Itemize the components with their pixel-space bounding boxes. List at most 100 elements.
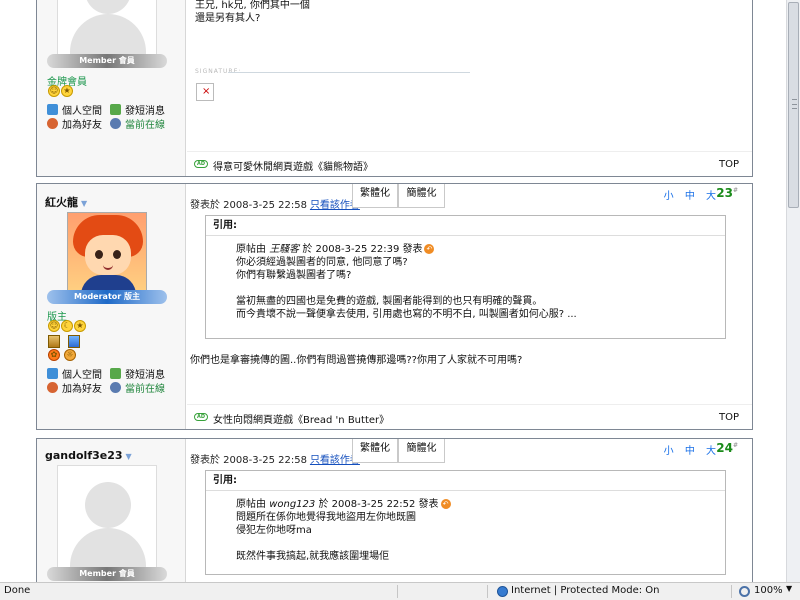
browser-status-bar: Done Internet | Protected Mode: On 100% … xyxy=(0,582,800,600)
gold-medal-icon xyxy=(48,335,60,348)
post-meta: 發表於 2008-3-25 22:58 只看該作者 xyxy=(190,451,360,466)
avatar-eye-left xyxy=(95,250,103,259)
avatar-head-icon xyxy=(85,0,131,14)
zoom-icon xyxy=(739,586,750,597)
moon-icon: ☾ xyxy=(61,320,73,332)
jump-to-post-icon[interactable]: ↶ xyxy=(440,499,451,509)
award-icons: ✿ ☼ xyxy=(48,349,76,361)
avatar-body-icon xyxy=(70,528,146,568)
jump-to-post-icon[interactable]: ↶ xyxy=(424,244,435,254)
send-message-link[interactable]: 發短消息 xyxy=(110,366,173,381)
username-link[interactable]: gandolf3e23 ▼ xyxy=(45,449,132,462)
quote-attribution: 原帖由 王騷客 於 2008-3-25 22:39 發表 ↶ xyxy=(236,243,725,256)
home-icon xyxy=(47,103,58,115)
message-icon xyxy=(110,103,121,115)
post-content: 發表於 2008-3-25 22:58 只看該作者 繁體化 簡體化 小 中 大 2… xyxy=(187,439,752,582)
quote-block: 引用: 原帖由 wong123 於 2008-3-25 22:52 發表 ↶ 問題… xyxy=(205,470,726,575)
scrollbar-grip-icon xyxy=(792,99,797,109)
default-avatar xyxy=(57,465,157,569)
top-link[interactable]: TOP xyxy=(719,412,739,423)
security-zone[interactable]: Internet | Protected Mode: On xyxy=(511,585,659,596)
sun-award-icon: ☼ xyxy=(64,349,76,361)
scrollbar-thumb[interactable] xyxy=(788,2,799,208)
author-actions: 個人空間 發短消息 加為好友 當前在線 xyxy=(47,102,177,131)
chevron-down-icon: ▼ xyxy=(81,199,88,208)
zoom-dropdown-icon[interactable]: ▼ xyxy=(786,584,792,593)
star-icon: ★ xyxy=(61,85,73,97)
avatar-head-icon xyxy=(85,482,131,528)
post-number: 23# xyxy=(716,186,738,200)
quote-content: 原帖由 wong123 於 2008-3-25 22:52 發表 ↶ 問題所在係你… xyxy=(206,491,725,563)
ad-icon: AD xyxy=(194,413,208,421)
post-message: 王兄, hk兄, 你們其中一個 還是另有其人? xyxy=(195,0,310,24)
username-link[interactable]: 紅火龍 ▼ xyxy=(45,194,87,210)
status-divider xyxy=(397,585,398,598)
online-status: 當前在線 xyxy=(110,116,173,131)
vertical-scrollbar[interactable] xyxy=(786,0,800,582)
blue-medal-icon xyxy=(68,335,80,348)
smile-icon: ☺ xyxy=(48,85,60,97)
add-friend-link[interactable]: 加為好友 xyxy=(47,380,110,395)
quote-content: 原帖由 王騷客 於 2008-3-25 22:39 發表 ↶ 你必須經過製圖者的同… xyxy=(206,236,725,321)
avatar-body-icon xyxy=(70,14,146,54)
forum-post-23: 紅火龍 ▼ Moderator 版主 版主 ☺ ☾ ★ ✿ ☼ 個人空間 發短消… xyxy=(36,183,753,430)
post-author-sidebar: 紅火龍 ▼ Moderator 版主 版主 ☺ ☾ ★ ✿ ☼ 個人空間 發短消… xyxy=(37,184,186,429)
add-friend-link[interactable]: 加為好友 xyxy=(47,116,110,131)
medal-icons xyxy=(48,335,80,348)
status-divider xyxy=(487,585,488,598)
simplified-chinese-button[interactable]: 簡體化 xyxy=(398,184,445,208)
quote-block: 引用: 原帖由 王騷客 於 2008-3-25 22:39 發表 ↶ 你必須經過製… xyxy=(205,215,726,339)
font-size-controls[interactable]: 小 中 大 xyxy=(664,187,720,202)
traditional-chinese-button[interactable]: 繁體化 xyxy=(352,439,398,463)
member-rank-badge: Member 會員 xyxy=(47,567,167,581)
post-author-sidebar: gandolf3e23 ▼ Member 會員 xyxy=(37,439,186,582)
post-message: 你們也是拿審撓傳的圖..你們有問過嘗撓傳那邊嗎??你用了人家就不可用嗎? xyxy=(190,355,523,366)
post-date: 發表於 2008-3-25 22:58 xyxy=(190,200,307,211)
sun-icon: ☺ xyxy=(48,320,60,332)
top-link[interactable]: TOP xyxy=(719,159,739,170)
personal-space-link[interactable]: 個人空間 xyxy=(47,102,110,117)
advertisement-link[interactable]: 女性向悶網頁遊戲《Bread 'n Butter》 xyxy=(213,411,389,426)
message-icon xyxy=(110,367,121,379)
post-footer: AD 得意可愛休閒網頁遊戲《貓熊物語》 TOP xyxy=(187,151,752,176)
forum-post-24: gandolf3e23 ▼ Member 會員 發表於 2008-3-25 22:… xyxy=(36,438,753,582)
add-friend-icon xyxy=(47,381,58,393)
forum-post-22: Member 會員 金牌會員 ☺ ★ 個人空間 發短消息 加為好友 當前在線 王… xyxy=(36,0,753,177)
chevron-down-icon: ▼ xyxy=(125,452,132,461)
simplified-chinese-button[interactable]: 簡體化 xyxy=(398,439,445,463)
personal-space-link[interactable]: 個人空間 xyxy=(47,366,110,381)
home-icon xyxy=(47,367,58,379)
status-divider xyxy=(731,585,732,598)
post-content: 王兄, hk兄, 你們其中一個 還是另有其人? SIGNATURE: AD 得意… xyxy=(187,0,752,176)
post-footer: AD 女性向悶網頁遊戲《Bread 'n Butter》 TOP xyxy=(187,404,752,429)
default-avatar xyxy=(57,0,157,55)
post-date: 發表於 2008-3-25 22:58 xyxy=(190,455,307,466)
rank-icons: ☺ ★ xyxy=(48,85,73,97)
star-icon: ★ xyxy=(74,320,86,332)
add-friend-icon xyxy=(47,117,58,129)
signature-divider xyxy=(228,72,470,73)
advertisement-link[interactable]: 得意可愛休閒網頁遊戲《貓熊物語》 xyxy=(213,158,373,173)
quote-attribution: 原帖由 wong123 於 2008-3-25 22:52 發表 ↶ xyxy=(236,498,725,511)
browser-viewport: Member 會員 金牌會員 ☺ ★ 個人空間 發短消息 加為好友 當前在線 王… xyxy=(0,0,786,582)
member-rank-badge: Member 會員 xyxy=(47,54,167,68)
post-author-sidebar: Member 會員 金牌會員 ☺ ★ 個人空間 發短消息 加為好友 當前在線 xyxy=(37,0,186,176)
moderator-avatar xyxy=(67,212,147,292)
broken-image-icon xyxy=(196,83,214,101)
internet-globe-icon xyxy=(497,586,508,597)
quote-label: 引用: xyxy=(206,216,725,236)
post-number: 24# xyxy=(716,441,738,455)
quote-label: 引用: xyxy=(206,471,725,491)
flower-award-icon: ✿ xyxy=(48,349,60,361)
author-actions: 個人空間 發短消息 加為好友 當前在線 xyxy=(47,366,177,395)
font-size-controls[interactable]: 小 中 大 xyxy=(664,442,720,457)
moderator-rank-badge: Moderator 版主 xyxy=(47,290,167,304)
online-status: 當前在線 xyxy=(110,380,173,395)
rank-icons: ☺ ☾ ★ xyxy=(48,320,86,332)
post-meta: 發表於 2008-3-25 22:58 只看該作者 xyxy=(190,196,360,211)
send-message-link[interactable]: 發短消息 xyxy=(110,102,173,117)
user-online-icon xyxy=(110,117,121,129)
traditional-chinese-button[interactable]: 繁體化 xyxy=(352,184,398,208)
status-text: Done xyxy=(4,585,31,596)
zoom-level[interactable]: 100% xyxy=(754,585,783,596)
